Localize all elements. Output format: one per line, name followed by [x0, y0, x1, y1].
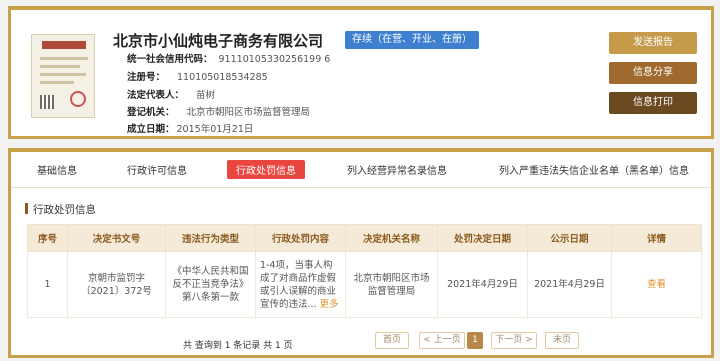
- tab-abnormal-list[interactable]: 列入经营异常名录信息: [347, 162, 447, 177]
- tab-admin-license[interactable]: 行政许可信息: [127, 162, 187, 177]
- cell-publish-date: 2021年4月29日: [527, 251, 612, 318]
- cell-doc-no: 京朝市监罚字〔2021〕372号: [67, 251, 166, 318]
- cell-index: 1: [27, 251, 68, 318]
- cell-content: 1-4项，当事人构成了对商品作虚假或引人误解的商业宣传的违法... 更多: [255, 251, 346, 318]
- penalty-info-card: 基础信息 行政许可信息 行政处罚信息 列入经营异常名录信息 列入严重违法失信企业…: [8, 148, 714, 358]
- info-label: 统一社会信用代码：: [127, 54, 213, 65]
- current-page-button[interactable]: 1: [467, 332, 483, 349]
- info-label: 成立日期：: [127, 124, 175, 135]
- first-page-button[interactable]: 首页: [375, 332, 409, 349]
- column-header: 序号: [27, 224, 68, 252]
- tab-bar: 基础信息 行政许可信息 行政处罚信息 列入经营异常名录信息 列入严重违法失信企业…: [11, 152, 711, 188]
- company-name: 北京市小仙炖电子商务有限公司: [113, 32, 324, 50]
- info-value: 苗树: [196, 90, 216, 101]
- business-license-thumbnail[interactable]: [31, 34, 95, 118]
- cell-authority: 北京市朝阳区市场监督管理局: [345, 251, 438, 318]
- penalty-table: 序号 决定书文号 违法行为类型 行政处罚内容 决定机关名称 处罚决定日期 公示日…: [27, 224, 702, 318]
- table-header-row: 序号 决定书文号 违法行为类型 行政处罚内容 决定机关名称 处罚决定日期 公示日…: [27, 224, 702, 252]
- column-header: 行政处罚内容: [255, 224, 346, 252]
- column-header: 违法行为类型: [165, 224, 256, 252]
- column-header: 决定机关名称: [345, 224, 438, 252]
- cell-detail: 查看: [611, 251, 702, 318]
- license-text-line: [40, 81, 74, 84]
- cell-decision-date: 2021年4月29日: [437, 251, 528, 318]
- table-row: 1 京朝市监罚字〔2021〕372号 《中华人民共和国反不正当竞争法》第八条第一…: [27, 251, 702, 318]
- official-seal-icon: [70, 91, 86, 107]
- column-header: 决定书文号: [67, 224, 166, 252]
- qr-code-icon: [40, 95, 54, 109]
- section-title-text: 行政处罚信息: [33, 204, 96, 216]
- info-row-authority: 登记机关： 北京市朝阳区市场监督管理局: [127, 104, 310, 118]
- license-text-line: [40, 73, 86, 76]
- column-header: 公示日期: [527, 224, 612, 252]
- next-page-button[interactable]: 下一页 >: [491, 332, 537, 349]
- pagination-summary: 共 查询到 1 条记录 共 1 页: [183, 341, 293, 351]
- status-badge: 存续（在营、开业、在册）: [345, 31, 479, 49]
- tab-basic-info[interactable]: 基础信息: [37, 162, 77, 177]
- tab-admin-penalty[interactable]: 行政处罚信息: [227, 160, 305, 179]
- column-header: 处罚决定日期: [437, 224, 528, 252]
- more-link[interactable]: 更多: [320, 299, 339, 310]
- info-row-credit-code: 统一社会信用代码： 91110105330256199 6: [127, 51, 330, 65]
- info-label: 登记机关：: [127, 107, 175, 118]
- info-value: 110105018534285: [177, 72, 268, 83]
- company-info-card: 北京市小仙炖电子商务有限公司 存续（在营、开业、在册） 统一社会信用代码： 911…: [8, 6, 714, 139]
- license-text-line: [40, 65, 80, 68]
- column-header: 详情: [611, 224, 702, 252]
- print-info-button[interactable]: 信息打印: [609, 92, 697, 114]
- info-row-founded: 成立日期： 2015年01月21日: [127, 121, 253, 135]
- license-text-line: [40, 57, 88, 60]
- prev-page-button[interactable]: < 上一页: [419, 332, 465, 349]
- cell-violation: 《中华人民共和国反不正当竞争法》第八条第一款: [165, 251, 256, 318]
- view-detail-link[interactable]: 查看: [647, 279, 666, 290]
- info-label: 法定代表人：: [127, 90, 185, 101]
- info-row-reg-no: 注册号： 110105018534285: [127, 69, 268, 83]
- info-value: 北京市朝阳区市场监督管理局: [186, 107, 311, 118]
- section-title: 行政处罚信息: [25, 202, 96, 217]
- info-label: 注册号：: [127, 72, 166, 83]
- info-row-legal-rep: 法定代表人： 苗树: [127, 87, 215, 101]
- share-info-button[interactable]: 信息分享: [609, 62, 697, 84]
- section-marker: [25, 203, 28, 214]
- info-value: 91110105330256199 6: [218, 54, 331, 65]
- license-title-bar: [42, 41, 86, 49]
- send-report-button[interactable]: 发送报告: [609, 32, 697, 54]
- info-value: 2015年01月21日: [176, 124, 254, 135]
- last-page-button[interactable]: 末页: [545, 332, 579, 349]
- tab-blacklist[interactable]: 列入严重违法失信企业名单（黑名单）信息: [499, 162, 689, 177]
